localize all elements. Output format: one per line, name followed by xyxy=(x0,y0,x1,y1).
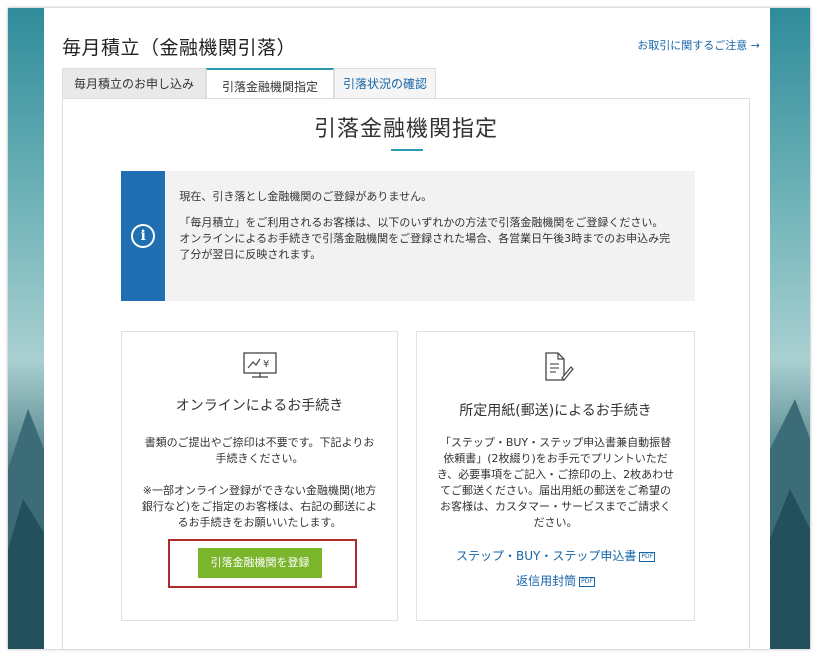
pdf-icon: PDF xyxy=(639,551,656,562)
return-envelope-link-label[interactable]: 返信用封筒 xyxy=(516,574,576,588)
title-underline xyxy=(391,149,423,151)
paper-card-links: ステップ・BUY・ステップ申込書 PDF 返信用封筒 PDF xyxy=(417,547,694,597)
application-form-link-label[interactable]: ステップ・BUY・ステップ申込書 xyxy=(456,549,636,563)
info-box: i 現在、引き落とし金融機関のご登録がありません。 「毎月積立」をご利用されるお… xyxy=(121,171,695,301)
main-content: 毎月積立（金融機関引落） お取引に関するご注意 → 毎月積立のお申し込み 引落金… xyxy=(44,8,770,649)
tab-panel: 引落金融機関指定 i 現在、引き落とし金融機関のご登録がありません。 「毎月積立… xyxy=(62,98,750,649)
online-card-desc-1: 書類のご提出やご捺印は不要です。下記よりお手続きください。 xyxy=(144,436,375,465)
background-frame: 毎月積立（金融機関引落） お取引に関するご注意 → 毎月積立のお申し込み 引落金… xyxy=(8,8,810,649)
info-icon: i xyxy=(131,224,156,248)
document-pen-icon xyxy=(544,352,574,381)
mountain-left-decoration xyxy=(8,409,48,649)
online-procedure-card: ¥ オンラインによるお手続き 書類のご提出やご捺印は不要です。下記よりお手続きく… xyxy=(121,331,398,621)
info-line-2: 「毎月積立」をご利用されるお客様は、以下のいずれかの方法で引落金融機関をご登録く… xyxy=(179,216,664,229)
monitor-yen-icon: ¥ xyxy=(242,352,277,378)
tab-bank-designation[interactable]: 引落金融機関指定 xyxy=(206,68,334,100)
application-form-link[interactable]: ステップ・BUY・ステップ申込書 PDF xyxy=(417,547,694,564)
paper-card-title: 所定用紙(郵送)によるお手続き xyxy=(459,403,652,419)
online-card-desc-2: ※一部オンライン登録ができない金融機関(地方銀行など)をご指定のお客様は、右記の… xyxy=(141,484,378,529)
mountain-right-decoration xyxy=(770,399,810,649)
info-bar: i xyxy=(121,171,166,301)
info-line-1: 現在、引き落とし金融機関のご登録がありません。 xyxy=(179,190,433,203)
paper-procedure-card: 所定用紙(郵送)によるお手続き 「ステップ・BUY・ステップ申込書兼自動振替依頼… xyxy=(416,331,695,621)
paper-card-description: 「ステップ・BUY・ステップ申込書兼自動振替依頼書」(2枚綴り)をお手元でプリン… xyxy=(436,436,675,529)
trading-notice-link[interactable]: お取引に関するご注意 → xyxy=(637,37,760,53)
tab-monthly-application[interactable]: 毎月積立のお申し込み xyxy=(62,68,206,98)
return-envelope-link[interactable]: 返信用封筒 PDF xyxy=(417,572,694,589)
tab-bar: 毎月積立のお申し込み 引落金融機関指定 引落状況の確認 xyxy=(62,68,436,100)
tab-debit-status[interactable]: 引落状況の確認 xyxy=(334,68,436,98)
info-text: 現在、引き落とし金融機関のご登録がありません。 「毎月積立」をご利用されるお客様… xyxy=(165,171,695,301)
section-title: 引落金融機関指定 xyxy=(313,117,498,142)
svg-text:¥: ¥ xyxy=(263,359,269,370)
register-bank-button[interactable]: 引落金融機関を登録 xyxy=(198,548,322,578)
pdf-icon: PDF xyxy=(579,576,595,587)
info-line-3: オンラインによるお手続きで引落金融機関をご登録された場合、各営業日午後3時までの… xyxy=(179,232,671,261)
online-card-description: 書類のご提出やご捺印は不要です。下記よりお手続きください。 ※一部オンライン登録… xyxy=(140,435,379,531)
page-title: 毎月積立（金融機関引落） xyxy=(62,37,297,59)
online-card-title: オンラインによるお手続き xyxy=(175,398,344,414)
